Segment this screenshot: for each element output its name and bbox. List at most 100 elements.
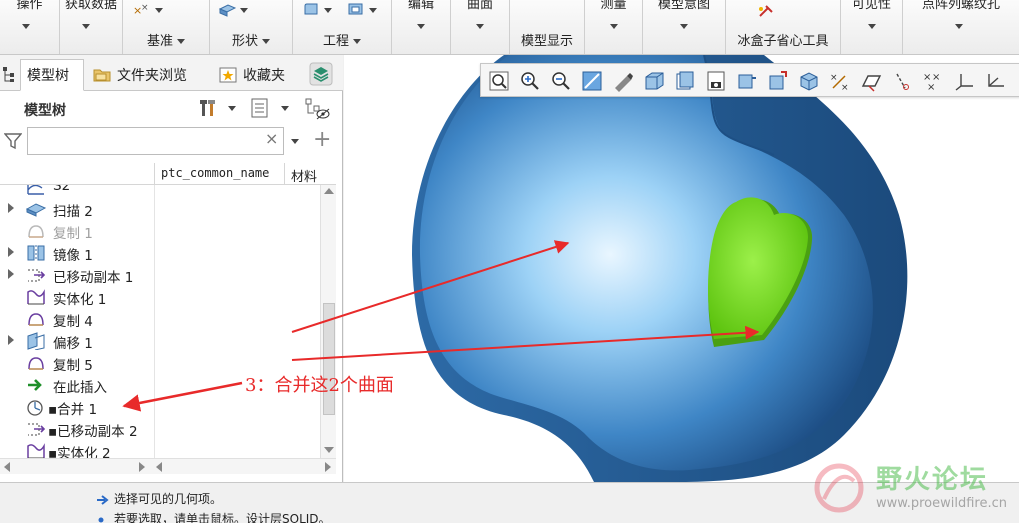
zoom-in-icon[interactable] bbox=[519, 70, 541, 92]
ribbon-group-shapes[interactable]: 形状 bbox=[210, 0, 293, 54]
model-3d-view[interactable] bbox=[344, 55, 1019, 482]
watermark-title: 野火论坛 bbox=[876, 465, 989, 495]
tree-item-mirror-1[interactable]: 镜像 1 bbox=[0, 242, 320, 264]
tree-item-moved-copy-1[interactable]: 已移动副本 1 bbox=[0, 264, 320, 286]
ribbon-group-get-data[interactable]: 获取数据 bbox=[60, 0, 123, 54]
tree-item-solidify-2[interactable]: ▪实体化 2 bbox=[0, 440, 320, 458]
tree-item-merge-1[interactable]: ▪合并 1 bbox=[0, 396, 320, 418]
chevron-down-icon[interactable] bbox=[82, 24, 90, 29]
datum-points-icon[interactable]: ×× bbox=[133, 3, 151, 17]
ribbon-group-label: 模型意图 bbox=[657, 0, 710, 12]
tree-settings-icon[interactable] bbox=[304, 97, 330, 121]
tree-item-sweep-2[interactable]: 扫描 2 bbox=[0, 198, 320, 220]
scroll-up-icon[interactable] bbox=[324, 188, 334, 194]
chevron-down-icon[interactable] bbox=[868, 24, 876, 29]
refit-icon[interactable] bbox=[488, 70, 510, 92]
clear-filter-icon[interactable]: × bbox=[265, 129, 278, 148]
layers-tab-icon[interactable] bbox=[309, 62, 333, 86]
extrude-icon[interactable] bbox=[218, 3, 236, 17]
scroll-left-icon[interactable] bbox=[4, 462, 10, 472]
model-tree: S2 扫描 2 复制 1 镜像 1 已移动副本 1 实体化 1 复制 4 偏移 … bbox=[0, 185, 320, 458]
chevron-down-icon[interactable] bbox=[291, 139, 299, 144]
tree-title: 模型树 bbox=[24, 103, 66, 119]
chevron-down-icon[interactable] bbox=[369, 8, 377, 13]
chevron-down-icon[interactable] bbox=[417, 24, 425, 29]
tree-item-label: 镜像 1 bbox=[53, 248, 93, 264]
ribbon-group-editing[interactable]: 编辑 bbox=[392, 0, 451, 54]
tab-model-tree[interactable]: 模型树 bbox=[20, 59, 84, 91]
tree-item-copy-4[interactable]: 复制 4 bbox=[0, 308, 320, 330]
ribbon-group-visibility[interactable]: 可见性 bbox=[841, 0, 903, 54]
section-icon[interactable] bbox=[736, 70, 758, 92]
ribbon-group-operations[interactable]: 操作 bbox=[0, 0, 60, 54]
ribbon-group-surfaces[interactable]: 曲面 bbox=[451, 0, 510, 54]
tree-item-offset-1[interactable]: 偏移 1 bbox=[0, 330, 320, 352]
svg-text:×: × bbox=[141, 3, 149, 13]
chevron-down-icon[interactable] bbox=[240, 8, 248, 13]
expand-arrow-icon[interactable] bbox=[8, 269, 14, 279]
expand-arrow-icon[interactable] bbox=[8, 203, 14, 213]
chevron-down-icon[interactable] bbox=[476, 24, 484, 29]
scroll-down-icon[interactable] bbox=[324, 447, 334, 453]
tree-item-copy-1[interactable]: 复制 1 bbox=[0, 220, 320, 242]
expand-arrow-icon[interactable] bbox=[8, 247, 14, 257]
graphics-viewport[interactable]: × × × × × bbox=[344, 55, 1019, 482]
scroll-thumb[interactable] bbox=[323, 303, 335, 415]
column-material[interactable]: 材料 bbox=[284, 163, 336, 185]
tree-horizontal-scrollbar[interactable] bbox=[0, 458, 336, 474]
tree-item-s2[interactable]: S2 bbox=[0, 185, 320, 198]
saved-orientations-icon[interactable] bbox=[643, 70, 665, 92]
ribbon-group-datum[interactable]: × × 基准 bbox=[123, 0, 210, 54]
display-style-icon[interactable] bbox=[612, 70, 634, 92]
tree-vertical-scrollbar[interactable] bbox=[320, 185, 336, 458]
tree-item-solidify-1[interactable]: 实体化 1 bbox=[0, 286, 320, 308]
plane-display-icon[interactable] bbox=[860, 70, 882, 92]
csys-display-icon[interactable] bbox=[953, 70, 975, 92]
chevron-down-icon[interactable] bbox=[177, 39, 185, 44]
ribbon-group-label: 可见性 bbox=[851, 0, 891, 12]
add-filter-icon[interactable]: + bbox=[313, 127, 331, 152]
chevron-down-icon[interactable] bbox=[155, 8, 163, 13]
show-list-icon[interactable] bbox=[249, 97, 271, 119]
shell-icon[interactable] bbox=[347, 2, 365, 16]
scroll-right-icon[interactable] bbox=[139, 462, 145, 472]
ribbon-group-measure[interactable]: 测量 bbox=[585, 0, 643, 54]
view-manager-icon[interactable] bbox=[674, 70, 696, 92]
ribbon-group-model-intent[interactable]: 模型意图 bbox=[643, 0, 726, 54]
icebox-tool-icon[interactable] bbox=[756, 4, 774, 18]
annotation-display-icon[interactable] bbox=[767, 70, 789, 92]
tab-favorites[interactable]: 收藏夹 bbox=[212, 59, 304, 91]
column-ptc-common-name[interactable]: ptc_common_name bbox=[154, 163, 283, 185]
chevron-down-icon[interactable] bbox=[262, 39, 270, 44]
ribbon-group-point-pattern-thread[interactable]: 点阵列螺纹孔 bbox=[903, 0, 1019, 54]
scroll-left-icon[interactable] bbox=[156, 462, 162, 472]
tree-filter-input[interactable] bbox=[27, 127, 284, 155]
chevron-down-icon[interactable] bbox=[353, 39, 361, 44]
zoom-out-icon[interactable] bbox=[550, 70, 572, 92]
chevron-down-icon[interactable] bbox=[610, 24, 618, 29]
ribbon-group-icebox-tools[interactable]: 冰盒子省心工具 bbox=[726, 0, 841, 54]
chevron-down-icon[interactable] bbox=[22, 24, 30, 29]
appearance-icon[interactable] bbox=[798, 70, 820, 92]
chevron-down-icon[interactable] bbox=[324, 8, 332, 13]
filter-icon[interactable] bbox=[4, 132, 22, 150]
tab-folder-browser[interactable]: 文件夹浏览 bbox=[86, 59, 208, 91]
chevron-down-icon[interactable] bbox=[228, 106, 236, 111]
chevron-down-icon[interactable] bbox=[955, 24, 963, 29]
tools-icon[interactable] bbox=[196, 97, 218, 119]
chevron-down-icon[interactable] bbox=[281, 106, 289, 111]
axis-display-icon[interactable] bbox=[891, 70, 913, 92]
point-display-icon[interactable]: × ×× bbox=[922, 70, 944, 92]
expand-arrow-icon[interactable] bbox=[8, 335, 14, 345]
ribbon-group-engineering[interactable]: 工程 bbox=[293, 0, 392, 54]
datum-display-filter-icon[interactable]: ×× bbox=[829, 70, 851, 92]
chevron-down-icon[interactable] bbox=[680, 24, 688, 29]
scroll-right-icon[interactable] bbox=[325, 462, 331, 472]
tree-item-moved-copy-2[interactable]: ▪已移动副本 2 bbox=[0, 418, 320, 440]
ribbon-group-model-display[interactable]: 模型显示 bbox=[510, 0, 585, 54]
repaint-icon[interactable] bbox=[581, 70, 603, 92]
favorites-icon bbox=[219, 67, 237, 83]
perspective-view-icon[interactable] bbox=[705, 70, 727, 92]
round-icon[interactable] bbox=[303, 2, 321, 16]
spin-center-icon[interactable] bbox=[984, 70, 1006, 92]
